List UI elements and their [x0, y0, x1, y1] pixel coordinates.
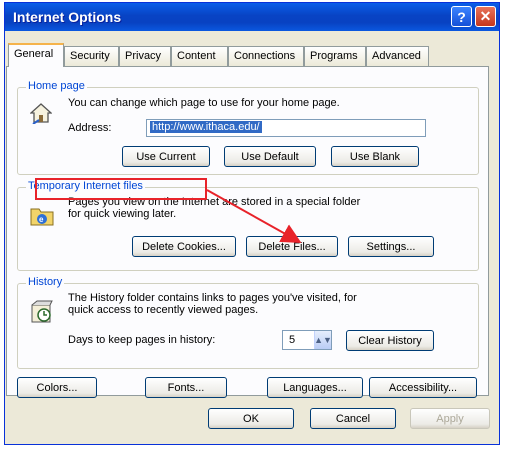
- tab-general[interactable]: General: [8, 43, 64, 67]
- annotation-arrow-icon: [206, 189, 302, 243]
